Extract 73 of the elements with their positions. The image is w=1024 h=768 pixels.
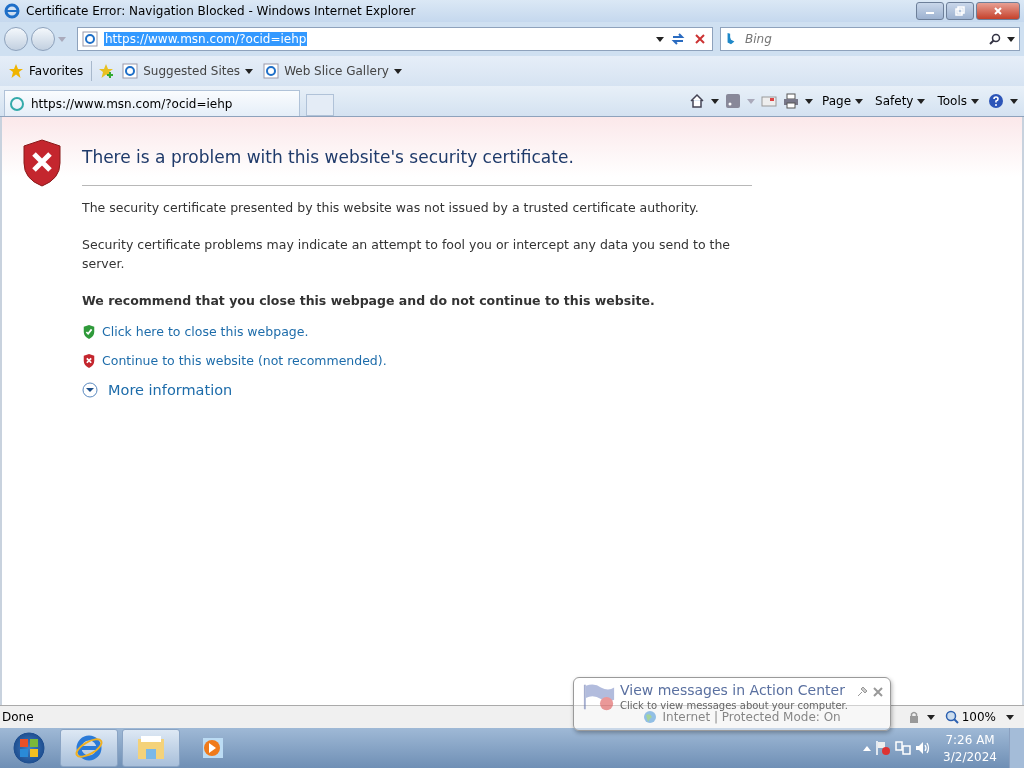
favorites-link[interactable]: Web Slice Gallery [261,61,404,81]
restore-icon [955,6,965,16]
search-field[interactable]: Bing [720,27,1020,51]
expand-icon[interactable] [82,382,98,398]
forward-button[interactable] [31,27,55,51]
error-message: Security certificate problems may indicate an attempt to fool you or intercept any data you send to the server. [82,236,732,273]
close-icon [993,6,1003,16]
caret-icon [245,68,254,74]
show-hidden-icons-icon[interactable] [863,745,872,751]
window-title: Certificate Error: Navigation Blocked - Windows Internet Explorer [26,4,416,18]
taskbar-folder-button[interactable] [122,729,180,767]
minimize-button[interactable] [916,2,944,20]
help-icon[interactable] [988,93,1004,109]
status-text: Done [2,710,34,724]
error-message: The security certificate presented by this website was not issued by a trusted certificate authority. [82,199,700,217]
check-shield-icon [82,324,96,339]
printer-icon[interactable] [783,93,799,109]
caret-icon[interactable] [1010,98,1018,104]
favorites-link[interactable]: Suggested Sites [120,61,256,81]
refresh-icon[interactable] [670,31,686,47]
error-shield-icon [82,353,96,368]
taskbar-browser-button[interactable] [60,729,118,767]
caret-icon[interactable] [1007,36,1015,42]
caret-icon [971,98,979,104]
browser-logo-icon [4,3,20,19]
caret-icon [917,98,926,104]
action-link[interactable]: Click here to close this webpage. [102,324,309,339]
caret-icon[interactable] [1006,714,1014,720]
flag-error-icon [582,682,616,712]
restore-button[interactable] [946,2,974,20]
home-icon[interactable] [689,93,705,109]
caret-icon[interactable] [926,714,935,720]
recommendation-text: We recommend that you close this webpage and do not continue to this website. [82,292,656,310]
command-menu[interactable]: Tools [934,92,982,110]
caret-icon[interactable] [656,36,664,42]
star-icon [8,63,24,79]
pin-icon[interactable] [856,686,868,698]
zoom-button[interactable]: 100% [940,710,1000,724]
page-icon [122,63,139,79]
back-button[interactable] [4,27,28,51]
network-icon[interactable] [895,740,912,756]
search-icon[interactable] [989,33,1001,45]
notification-text: Click to view messages about your computer. [620,700,848,711]
play-icon [201,736,225,760]
close-button[interactable] [976,2,1020,20]
error-heading: There is a problem with this website's security certificate. [82,147,575,167]
bing-logo-icon [725,33,737,45]
mail-icon[interactable] [761,93,777,109]
notification-title: View messages in Action Center [620,682,845,698]
caret-icon[interactable] [805,98,813,104]
speaker-icon[interactable] [915,740,932,756]
windows-logo-icon [19,738,39,758]
more-information-link[interactable]: More information [108,382,233,398]
globe-icon [642,710,657,724]
add-favorite-icon[interactable] [98,63,115,79]
caret-icon [393,68,402,74]
close-icon[interactable] [872,686,884,698]
magnifier-icon [944,710,959,724]
browser-logo-icon [74,733,104,763]
minimize-icon [926,12,934,14]
flag-error-icon[interactable] [875,740,892,756]
favorites-button[interactable]: Favorites [6,61,86,81]
command-menu[interactable]: Page [819,92,867,110]
browser-tab[interactable]: https://www.msn.com/?ocid=iehp [4,90,300,116]
error-shield-icon [22,139,62,187]
loading-icon [9,95,25,112]
caret-icon [855,98,864,104]
search-field[interactable]: Bing [743,31,983,47]
action-link[interactable]: Continue to this website (not recommended). [102,353,387,368]
page-icon [263,63,280,79]
command-menu[interactable]: Safety [872,92,929,110]
page-icon [82,31,98,47]
caret-icon[interactable] [711,98,719,104]
